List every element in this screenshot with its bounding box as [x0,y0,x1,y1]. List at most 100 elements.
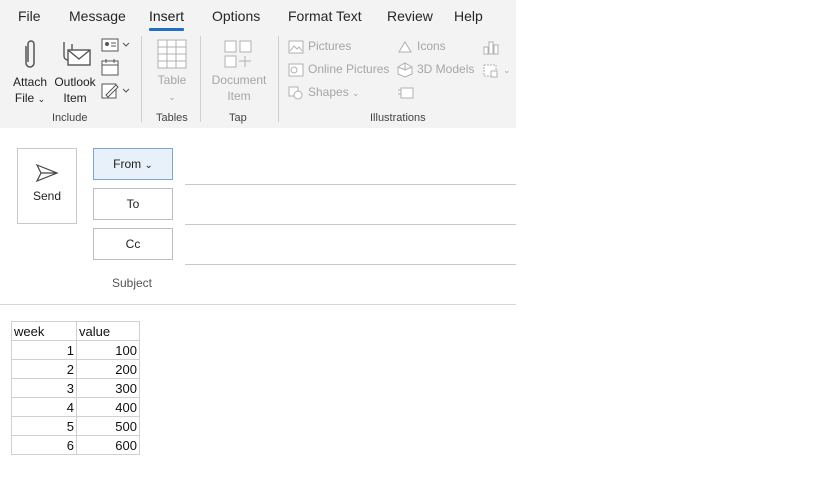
outlook-item-label-1: Outlook [54,75,96,89]
pictures-label: Pictures [308,39,352,53]
pictures-button[interactable]: Pictures [288,36,351,56]
cube-icon [397,62,413,78]
attach-file-label-1: Attach [12,75,48,89]
document-item-button[interactable]: Document Item [207,38,271,104]
cc-label: Cc [125,237,141,251]
shapes-label: Shapes [308,85,349,99]
chevron-down-icon: ⌄ [37,94,46,104]
chevron-down-icon: ⌄ [503,65,511,75]
tab-review[interactable]: Review [387,8,433,24]
group-label-include: Include [52,112,88,124]
calendar-icon [101,59,119,76]
table-icon [157,39,187,69]
cc-field[interactable] [185,264,516,265]
outlook-item-button[interactable]: Outlook Item [52,38,98,106]
table-row: 3 300 [11,378,140,398]
smartart-button[interactable] [397,82,419,102]
picture-icon [288,40,304,54]
table-row: 5 500 [11,416,140,436]
chevron-down-icon: ⌄ [168,92,176,102]
empty-area [516,0,816,500]
document-item-icon [224,40,252,68]
send-button[interactable]: Send [17,148,77,224]
3d-models-label: 3D Models [417,62,475,76]
table-cell[interactable]: 6 [11,435,77,455]
table-cell[interactable]: 3 [11,378,77,398]
table-cell[interactable]: 300 [76,378,140,398]
compose-window: File Message Insert Options Format Text … [0,0,516,500]
table-cell[interactable]: 2 [11,359,77,379]
3d-models-button[interactable]: 3D Models [397,59,474,79]
table-cell[interactable]: 1 [11,340,77,360]
chevron-down-icon: ⌄ [352,88,360,98]
table-cell[interactable]: 600 [76,435,140,455]
ribbon-tab-bar: File Message Insert Options Format Text … [0,0,516,34]
tab-format-text[interactable]: Format Text [288,8,362,24]
shapes-icon [288,86,303,100]
table-label: Table [157,73,187,87]
online-pictures-button[interactable]: Online Pictures [288,59,389,79]
ribbon-separator [141,36,142,122]
online-pictures-label: Online Pictures [308,62,390,76]
send-label: Send [32,189,62,203]
business-card-icon [101,38,130,52]
cc-button[interactable]: Cc [93,228,173,260]
icons-button[interactable]: Icons [397,36,446,56]
business-card-button[interactable] [101,38,131,57]
table-button[interactable]: Table ⌄ [150,38,194,105]
from-field[interactable] [185,184,516,185]
document-item-label-1: Document [211,73,267,87]
table-cell[interactable]: 200 [76,359,140,379]
table-header-cell[interactable]: value [76,321,140,341]
paperclip-icon [25,40,35,68]
attach-file-button[interactable]: Attach File ⌄ [10,38,50,107]
shapes-button[interactable]: Shapes ⌄ [288,82,360,102]
table-cell[interactable]: 5 [11,416,77,436]
data-table[interactable]: week value 1 100 2 200 3 300 4 400 5 500… [11,321,140,455]
ribbon-separator [200,36,201,122]
signature-button[interactable] [101,82,131,105]
signature-icon [101,83,130,99]
table-header-row: week value [11,321,140,341]
ribbon-separator [278,36,279,122]
chart-icon [483,41,499,55]
document-item-label-2: Item [227,89,251,103]
table-header-cell[interactable]: week [11,321,77,341]
to-field[interactable] [185,224,516,225]
table-cell[interactable]: 400 [76,397,140,417]
smartart-icon [398,87,414,99]
to-button[interactable]: To [93,188,173,220]
screenshot-button[interactable]: ⌄ [483,59,511,79]
chevron-down-icon: ⌄ [144,160,153,171]
subject-field[interactable] [185,268,516,298]
outlook-item-icon [63,42,91,66]
group-label-tables: Tables [156,112,188,124]
ribbon: Attach File ⌄ Outlook Item Include Table… [0,34,516,129]
from-button[interactable]: From ⌄ [93,148,173,180]
attach-file-label-2: File [14,91,35,105]
tab-insert[interactable]: Insert [149,8,185,31]
to-label: To [126,197,140,211]
calendar-button[interactable] [101,59,121,82]
icons-label: Icons [417,39,446,53]
tab-options[interactable]: Options [212,8,260,24]
tab-file[interactable]: File [18,8,41,24]
screenshot-icon [483,64,498,78]
table-cell[interactable]: 500 [76,416,140,436]
table-row: 4 400 [11,397,140,417]
table-row: 2 200 [11,359,140,379]
chart-button[interactable] [483,36,503,56]
icons-icon [398,40,412,53]
message-header: Send From ⌄ To Cc Subject [0,128,516,305]
tab-message[interactable]: Message [69,8,126,24]
table-cell[interactable]: 100 [76,340,140,360]
table-row: 6 600 [11,435,140,455]
send-icon [35,163,59,183]
table-cell[interactable]: 4 [11,397,77,417]
outlook-item-label-2: Item [63,91,87,105]
tab-help[interactable]: Help [454,8,483,24]
table-row: 1 100 [11,340,140,360]
group-label-illustrations: Illustrations [370,112,426,124]
from-label: From [113,157,142,171]
group-label-tap: Tap [229,112,247,124]
